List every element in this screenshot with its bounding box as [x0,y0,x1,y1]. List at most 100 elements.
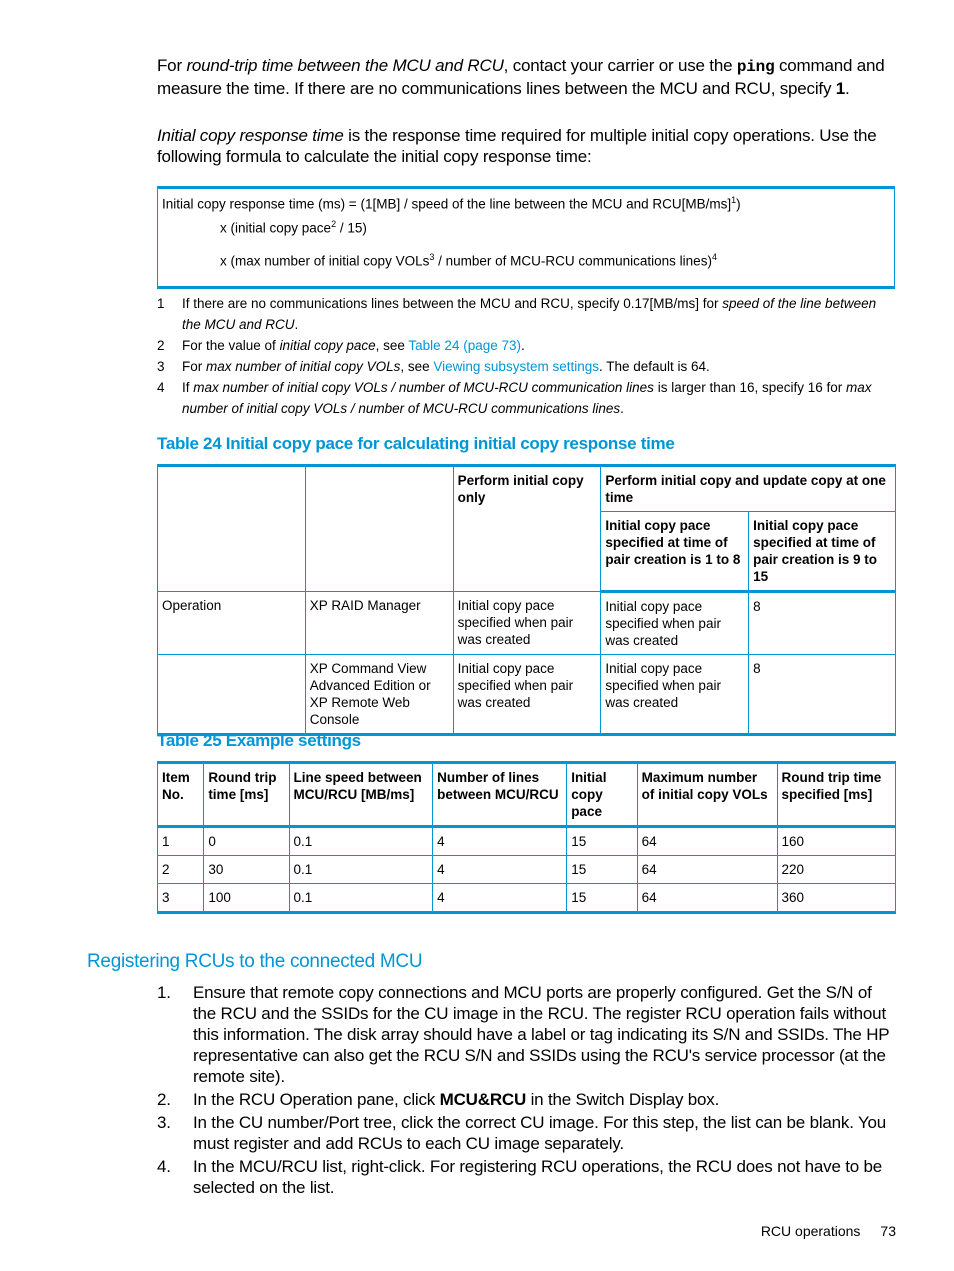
header-cell: Maximum number of initial copy VOLs [636,762,778,828]
text: ) [736,196,741,212]
code-ping: ping [736,58,775,76]
table-cell: 100 [203,883,290,913]
footnote: 1 If there are no communications lines be… [157,293,897,335]
table-cell: Initial copy pace specified when pair wa… [600,591,750,655]
table-cell: 160 [776,826,897,856]
footnote-number: 3 [157,359,165,374]
table-cell: 3 [156,883,205,913]
table-cell: 4 [432,826,568,856]
step-number: 1. [157,983,171,1002]
table-row: Operation XP RAID Manager Initial copy p… [157,591,896,655]
text: In the RCU Operation pane, click [193,1090,440,1109]
table-row: XP Command View Advanced Edition or XP R… [157,654,896,735]
table-cell: 220 [776,855,897,884]
table-cell: 64 [636,855,778,884]
italic-term: Initial copy response time [157,126,344,145]
table-cell: Initial copy pace specified when pair wa… [452,591,602,655]
text: , see [400,359,434,374]
step-item: 4. In the MCU/RCU list, right-click. For … [157,1156,892,1198]
table-cell: Operation [157,591,306,655]
table-cell: 0.1 [288,855,434,884]
table-cell: 15 [566,826,638,856]
ui-term: MCU&RCU [439,1090,527,1109]
table-cell: XP Command View Advanced Edition or XP R… [304,654,454,735]
text: For the value of [182,338,280,353]
step-text: Ensure that remote copy connections and … [193,983,890,1086]
table-cell: 8 [748,654,896,735]
header-cell: Initial copy pace [566,762,638,828]
text: . [521,338,525,353]
step-number: 3. [157,1113,171,1132]
footnote-ref: 4 [711,252,717,262]
header-cell: Initial copy pace specified at time of p… [600,511,750,593]
footnotes: 1 If there are no communications lines be… [157,293,897,419]
text: . The default is 64. [598,359,710,374]
text: . [620,401,624,416]
italic-term: initial copy pace [279,338,376,353]
step-text: In the RCU Operation pane, click MCU&RCU… [193,1089,719,1110]
header-cell [157,465,306,592]
link-table-24[interactable]: Table 24 (page 73) [408,338,521,353]
bold-value: 1 [835,79,846,98]
table-cell: 0 [203,826,290,856]
table-cell: 64 [636,883,778,913]
table-25-caption: Table 25 Example settings [157,731,361,750]
step-number: 4. [157,1157,171,1176]
text: in the Switch Display box. [526,1090,720,1109]
table-cell: 1 [156,826,205,856]
text: For [182,359,207,374]
table-24: Perform initial copy only Perform initia… [157,464,896,736]
footer-section-title: RCU operations [760,1223,861,1239]
table-cell: 4 [432,883,568,913]
text: . [845,79,850,98]
table-header-row: Perform initial copy only Perform initia… [157,465,896,592]
header-cell [304,465,454,592]
table-row: 1 0 0.1 4 15 64 160 [156,826,897,856]
header-cell: Round trip time [ms] [203,762,290,828]
text: x (max number of initial copy VOLs [220,253,430,269]
header-cell: Line speed between MCU/RCU [MB/ms] [288,762,434,828]
formula-line-2: x (initial copy pace2 / 15) [220,219,367,236]
text: , see [375,338,409,353]
italic-term: round-trip time between the MCU and RCU [186,56,504,75]
step-item: 2. In the RCU Operation pane, click MCU&R… [157,1089,892,1110]
table-cell [157,654,306,735]
footnote: 4 If max number of initial copy VOLs / nu… [157,377,897,419]
table-cell: 64 [636,826,778,856]
header-cell: Item No. [156,762,205,828]
formula-line-3: x (max number of initial copy VOLs3 / nu… [220,252,717,269]
section-heading: Registering RCUs to the connected MCU [87,951,423,972]
italic-term: max number of initial copy VOLs [206,359,401,374]
table-row: 2 30 0.1 4 15 64 220 [156,855,897,884]
table-cell: 15 [566,855,638,884]
text: , contact your carrier or use the [503,56,737,75]
table-cell: 30 [203,855,290,884]
table-cell: 0.1 [288,826,434,856]
footnote: 2 For the value of initial copy pace, see… [157,335,897,356]
table-24-caption: Table 24 Initial copy pace for calculati… [157,434,675,453]
text: If there are no communications lines bet… [182,296,723,311]
text: . [294,317,299,332]
text: Initial copy response time (ms) = (1[MB]… [162,196,732,212]
step-text: In the CU number/Port tree, click the co… [193,1113,887,1153]
step-text: In the MCU/RCU list, right-click. For re… [193,1157,883,1197]
table-cell: 360 [776,883,897,913]
formula-box: Initial copy response time (ms) = (1[MB]… [157,186,895,289]
table-header-row: Item No. Round trip time [ms] Line speed… [156,762,897,828]
header-cell: Initial copy pace specified at time of p… [748,511,896,593]
table-cell: 0.1 [288,883,434,913]
text: x (initial copy pace [220,220,332,236]
table-cell: 8 [748,591,896,655]
footnote-text: If there are no communications lines bet… [182,293,897,335]
text: is larger than 16, specify 16 for [653,380,847,395]
table-cell: 4 [432,855,568,884]
steps-list: 1. Ensure that remote copy connections an… [157,982,892,1200]
table-cell: 2 [156,855,205,884]
table-cell: 15 [566,883,638,913]
footnote-text: For the value of initial copy pace, see … [182,335,525,356]
table-cell: Initial copy pace specified when pair wa… [452,654,602,735]
link-viewing-subsystem-settings[interactable]: Viewing subsystem settings [433,359,599,374]
table-cell: Initial copy pace specified when pair wa… [600,654,750,735]
page-footer: RCU operations 73 [741,1223,896,1239]
intro-paragraph-response-time: Initial copy response time is the respon… [157,125,897,167]
